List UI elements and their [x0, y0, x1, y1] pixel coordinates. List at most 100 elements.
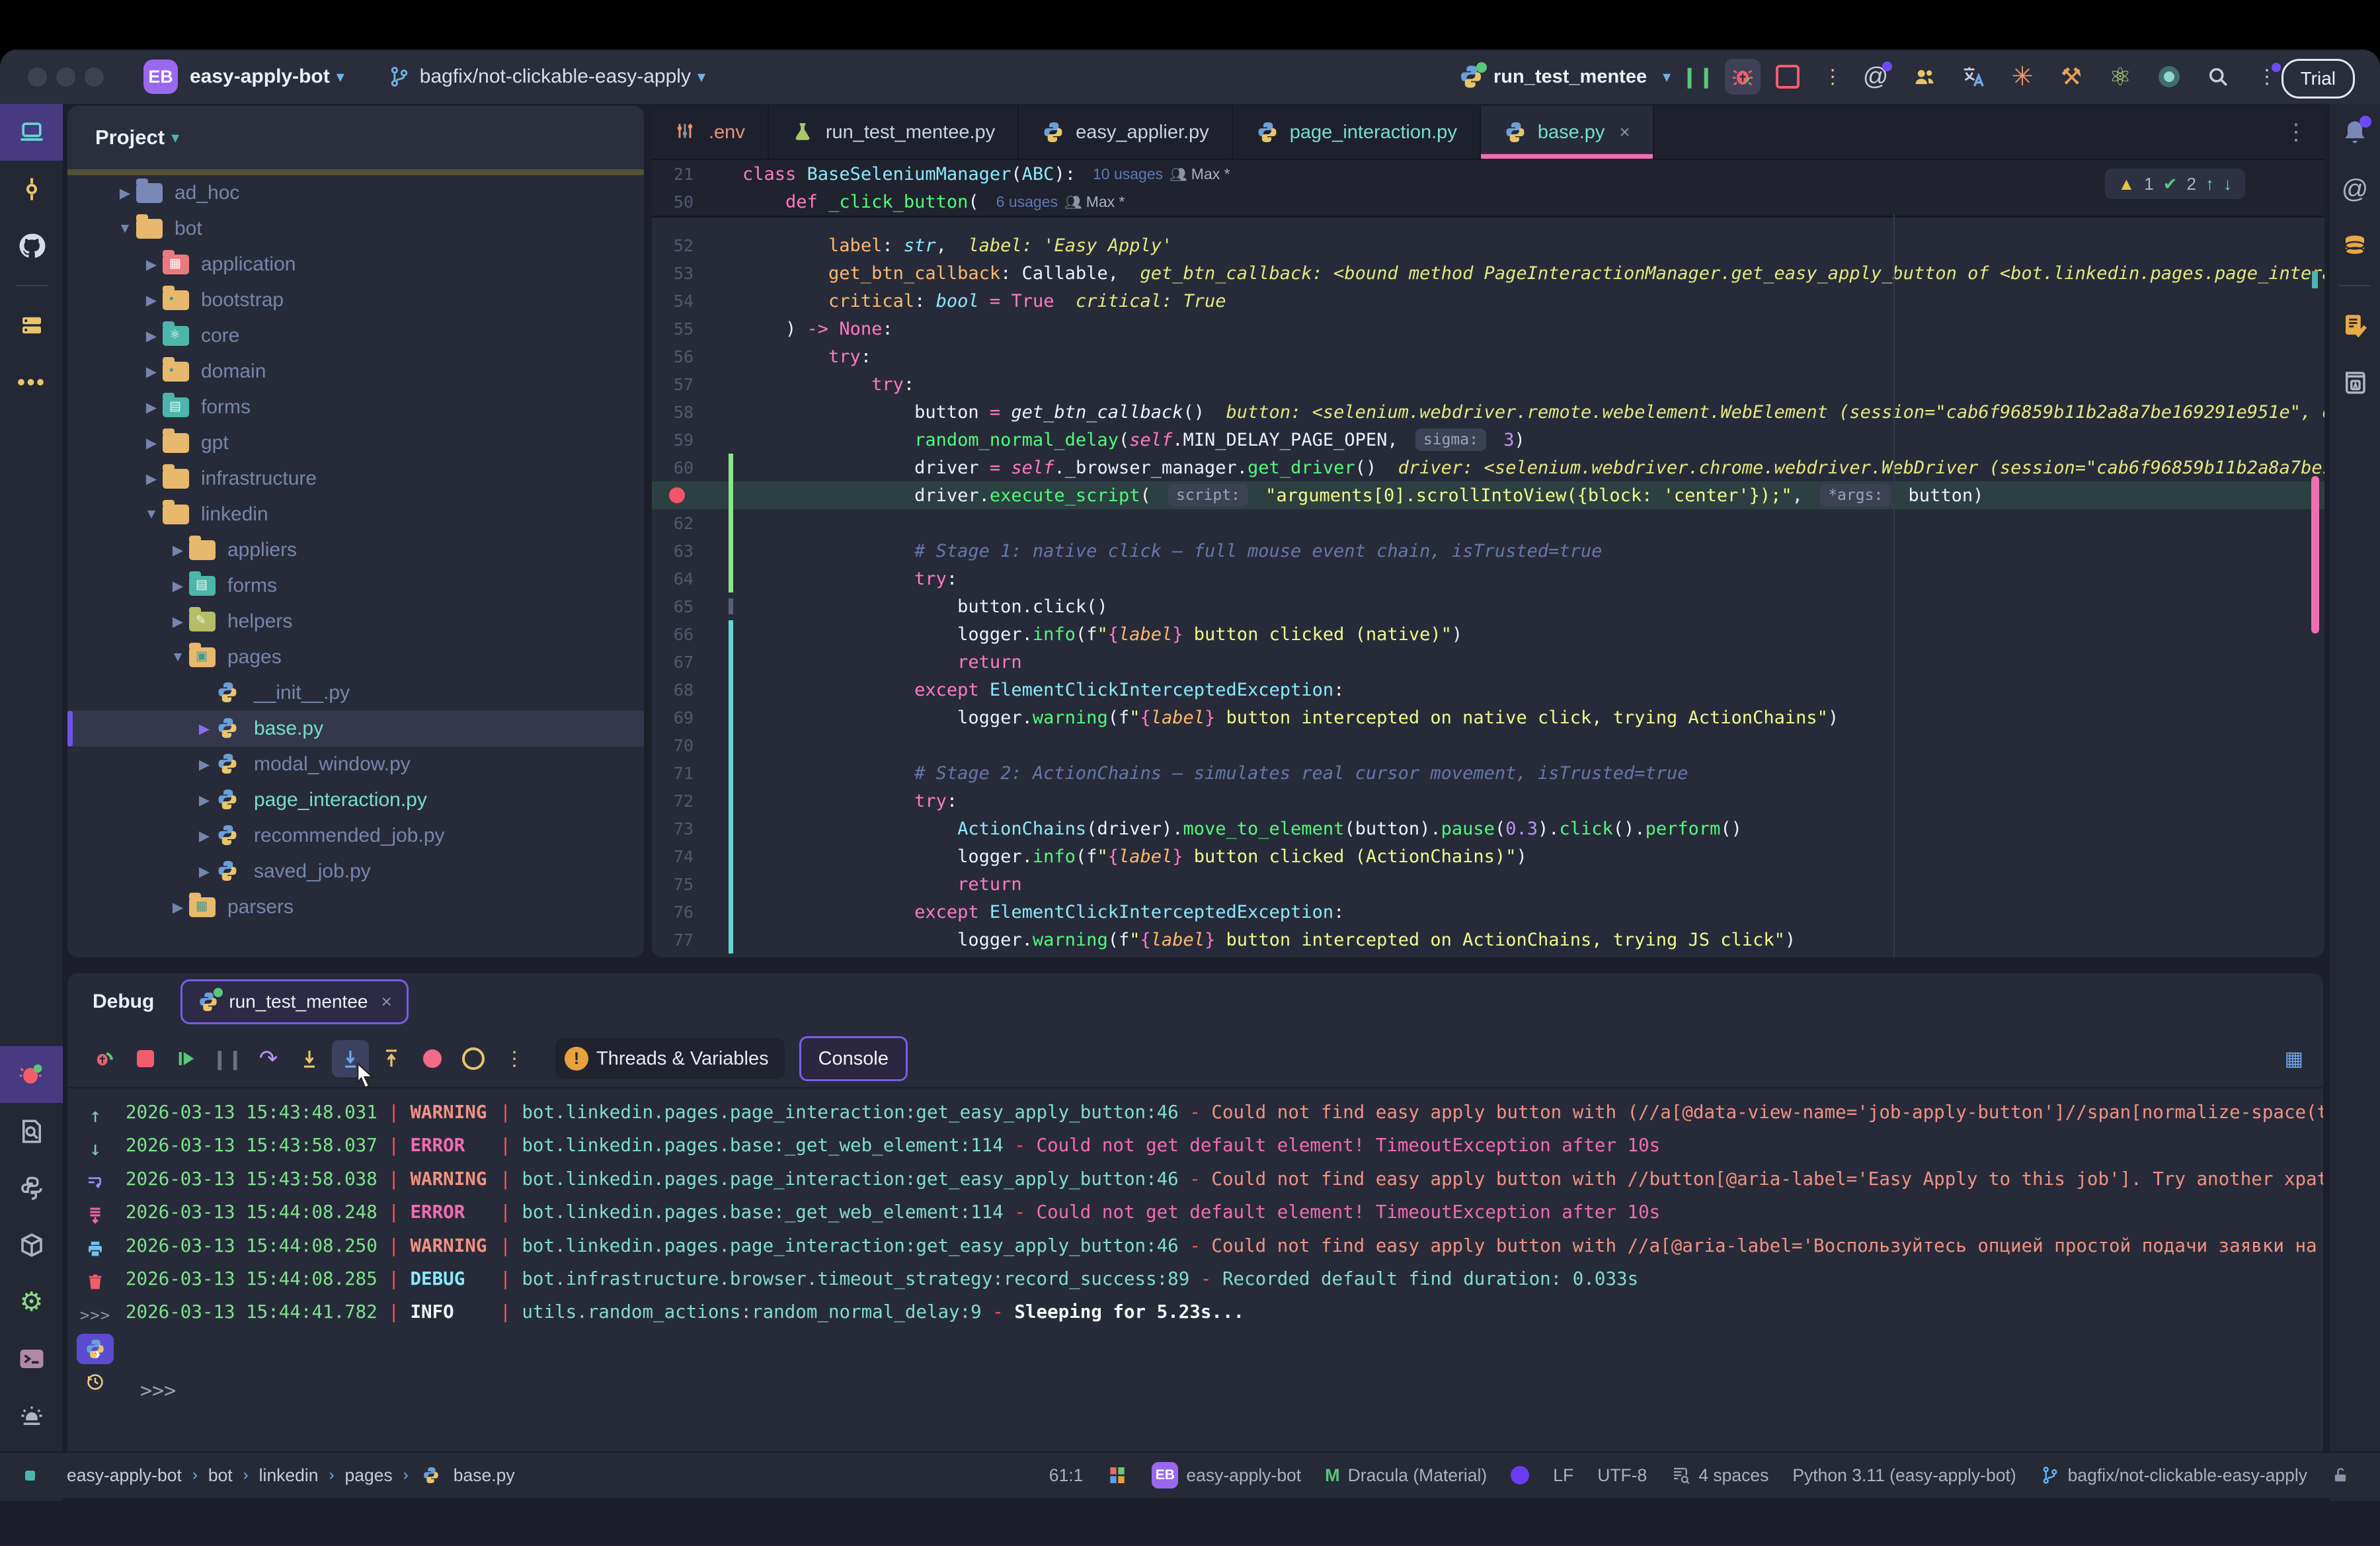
branch-widget[interactable]: bagfix/not-clickable-easy-apply — [2040, 1465, 2307, 1486]
debug-session-tab[interactable]: run_test_mentee × — [180, 979, 409, 1024]
tree-item-helpers[interactable]: ▶ ✎ helpers — [67, 604, 644, 639]
indent-widget[interactable]: 4 spaces — [1671, 1465, 1768, 1486]
search-icon[interactable] — [2200, 59, 2236, 95]
caret-position-widget[interactable]: 61:1 — [1049, 1465, 1084, 1486]
tree-item-infrastructure[interactable]: ▶ infrastructure — [67, 461, 644, 497]
project-panel-header[interactable]: Project ▾ — [67, 106, 644, 169]
line-number[interactable]: 72 — [652, 792, 703, 811]
code-line-77[interactable]: 77 logger. warning (f "{label} button inter… — [652, 926, 2324, 954]
tree-item-application[interactable]: ▶ ▦ application — [67, 247, 644, 282]
users-icon[interactable] — [1907, 59, 1942, 95]
theme-widget[interactable]: M Dracula (Material) — [1325, 1465, 1487, 1486]
mute-breakpoints-icon[interactable] — [414, 1040, 451, 1077]
stop-icon[interactable] — [1770, 59, 1805, 95]
usages-annotation[interactable]: 6 usages — [996, 193, 1058, 211]
expand-icon[interactable]: ▶ — [140, 292, 163, 309]
line-number[interactable]: 69 — [652, 708, 703, 727]
expand-icon[interactable]: ▶ — [167, 899, 189, 916]
line-number[interactable]: 62 — [652, 514, 703, 533]
line-number[interactable]: 70 — [652, 736, 703, 755]
line-number[interactable]: 56 — [652, 347, 703, 366]
tools-icon[interactable]: ⚒ — [2053, 59, 2089, 95]
breadcrumb-item[interactable]: base.py — [454, 1465, 515, 1486]
clear-icon[interactable] — [77, 1267, 114, 1297]
tree-item-ad_hoc[interactable]: ▶ ad_hoc — [67, 175, 644, 211]
tree-item-base.py[interactable]: ▶ base.py — [67, 711, 644, 747]
code-line-55[interactable]: 55 ) -> None: — [652, 315, 2324, 343]
history-icon[interactable] — [77, 1367, 114, 1397]
code-line-62[interactable]: 62 — [652, 509, 2324, 537]
expand-icon[interactable]: ▶ — [193, 864, 216, 880]
project-name-menu[interactable]: easy-apply-bot — [190, 65, 330, 88]
softwrap-icon[interactable] — [77, 1167, 114, 1198]
expand-icon[interactable]: ▶ — [193, 756, 216, 773]
line-ending-widget[interactable]: LF — [1553, 1465, 1573, 1486]
tree-item-core[interactable]: ▶ ⚛ core — [67, 318, 644, 354]
kebab-dot-icon[interactable]: ⋮ — [2249, 59, 2285, 95]
project-widget[interactable]: EB easy-apply-bot — [1152, 1462, 1301, 1488]
breadcrumb[interactable]: easy-apply-bot › bot › linkedin › pages › base.p… — [67, 1463, 515, 1487]
services-tool-icon[interactable]: ⚙ — [0, 1274, 63, 1330]
sticky-line-21[interactable]: 21 class BaseSeleniumManager(ABC): 10 usag… — [652, 160, 2324, 188]
tree-item-parsers[interactable]: ▶ ▦ parsers — [67, 889, 644, 925]
step-into-icon[interactable] — [291, 1040, 328, 1077]
line-number[interactable]: 57 — [652, 375, 703, 394]
view-breakpoints-icon[interactable] — [455, 1040, 492, 1077]
ai-chat-icon[interactable]: @ — [2330, 161, 2380, 218]
find-tool-icon[interactable] — [0, 1103, 63, 1160]
translate-icon[interactable] — [1956, 59, 1991, 95]
breadcrumb-item[interactable]: easy-apply-bot — [67, 1465, 182, 1486]
maximize-window-button[interactable] — [85, 67, 104, 87]
record-icon[interactable] — [2151, 59, 2187, 95]
line-number[interactable]: 64 — [652, 569, 703, 589]
line-number[interactable]: 71 — [652, 764, 703, 783]
code-line-71[interactable]: 71 # Stage 2: ActionChains — simulates r… — [652, 759, 2324, 787]
tree-item-pages[interactable]: ▼ ▣ pages — [67, 639, 644, 675]
tab-options-icon[interactable]: ⋮ — [2285, 106, 2324, 159]
expand-icon[interactable]: ▶ — [140, 364, 163, 380]
expand-icon[interactable]: ▶ — [167, 614, 189, 630]
code-line-66[interactable]: 66 logger. info (f "{label} button clicked … — [652, 620, 2324, 648]
pause-icon[interactable]: ❙❙ — [209, 1040, 246, 1077]
window-grid-icon[interactable] — [1107, 1465, 1128, 1486]
expand-icon[interactable]: ▶ — [193, 792, 216, 809]
tab-threads-variables[interactable]: ! Threads & Variables — [555, 1038, 785, 1079]
servers-tool-icon[interactable] — [0, 297, 63, 354]
resume-icon[interactable] — [168, 1040, 205, 1077]
more-tools-icon[interactable]: ••• — [0, 354, 63, 411]
line-number[interactable]: 68 — [652, 680, 703, 700]
github-tool-icon[interactable] — [0, 218, 63, 274]
tab-base.py[interactable]: base.py × — [1480, 106, 1654, 159]
scroll-end-icon[interactable] — [77, 1200, 114, 1231]
collapse-icon[interactable]: ▼ — [167, 649, 189, 665]
expand-icon[interactable]: ▶ — [140, 435, 163, 452]
tree-item-gpt[interactable]: ▶ gpt — [67, 425, 644, 461]
terminal-tool-icon[interactable] — [0, 1330, 63, 1387]
tree-item-recommended_job.py[interactable]: ▶ recommended_job.py — [67, 818, 644, 854]
line-number[interactable]: 52 — [652, 236, 703, 255]
next-arrow-icon[interactable]: ↓ — [2223, 174, 2232, 194]
line-number[interactable]: 77 — [652, 930, 703, 950]
code-line-76[interactable]: 76 except ElementClickInterceptedExcepti… — [652, 898, 2324, 926]
close-icon[interactable]: × — [1619, 122, 1630, 143]
python-packages-tool-icon[interactable] — [0, 1217, 63, 1274]
code-line-61[interactable]: driver. execute_script( script: "argument… — [652, 481, 2324, 509]
tree-item-modal_window.py[interactable]: ▶ modal_window.py — [67, 747, 644, 782]
code-line-54[interactable]: 54 critical: bool = True critical: True — [652, 287, 2324, 315]
step-over-icon[interactable]: ↷ — [250, 1040, 287, 1077]
print-icon[interactable] — [77, 1234, 114, 1264]
project-scroll-indicator[interactable] — [67, 169, 644, 175]
python-console-icon[interactable] — [77, 1333, 114, 1364]
git-branch-menu[interactable]: bagfix/not-clickable-easy-apply ▾ — [388, 64, 705, 89]
code-line-68[interactable]: 68 except ElementClickInterceptedExcepti… — [652, 676, 2324, 704]
kebab-icon[interactable]: ⋮ — [1815, 59, 1850, 95]
encoding-widget[interactable]: UTF-8 — [1597, 1465, 1647, 1486]
code-line-73[interactable]: 73 ActionChains (driver). move_to_element(… — [652, 815, 2324, 842]
code-line-72[interactable]: 72 try: — [652, 787, 2324, 815]
close-window-button[interactable] — [28, 67, 47, 87]
line-number[interactable]: 74 — [652, 847, 703, 866]
tree-item-__init__.py[interactable]: __init__.py — [67, 675, 644, 711]
code-editor[interactable]: 52 label: str, label: 'Easy Apply' 53 get… — [652, 231, 2324, 954]
lock-widget[interactable] — [2331, 1465, 2350, 1485]
code-line-67[interactable]: 67 return — [652, 648, 2324, 676]
